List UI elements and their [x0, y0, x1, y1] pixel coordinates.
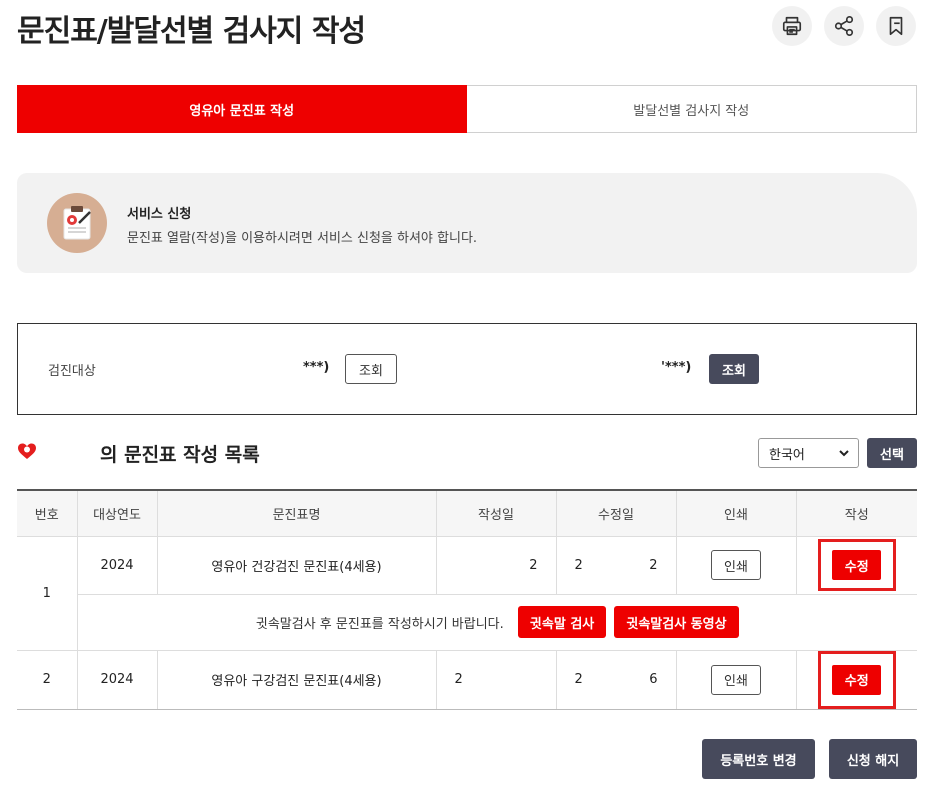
edit-button[interactable]: 수정	[832, 664, 882, 695]
col-header-print: 인쇄	[676, 490, 797, 537]
col-header-year: 대상연도	[77, 490, 158, 537]
tab-bar: 영유아 문진표 작성 발달선별 검사지 작성	[17, 85, 917, 133]
tab-developmental-screening[interactable]: 발달선별 검사지 작성	[466, 85, 917, 133]
col-header-no: 번호	[17, 490, 78, 537]
print-page-button[interactable]	[772, 6, 812, 46]
whisper-test-notice: 귓속말검사 후 문진표를 작성하시기 바랍니다.	[255, 616, 504, 632]
col-header-written: 작성일	[436, 490, 557, 537]
lookup-button-1[interactable]: 조회	[345, 354, 397, 384]
service-description: 문진표 열람(작성)을 이용하시려면 서비스 신청을 하셔야 합니다.	[127, 231, 478, 246]
language-selected: 한국어	[769, 447, 805, 463]
print-button[interactable]: 인쇄	[711, 664, 761, 695]
row-name: 영유아 건강검진 문진표(4세용)	[157, 536, 437, 595]
row-print-cell: 인쇄	[676, 536, 797, 595]
tab-infant-questionnaire[interactable]: 영유아 문진표 작성	[17, 85, 467, 133]
bookmark-icon	[889, 16, 903, 36]
whisper-test-cell: 귓속말검사 후 문진표를 작성하시기 바랍니다. 귓속말 검사 귓속말검사 동영…	[77, 594, 917, 651]
service-notice: 서비스 신청 문진표 열람(작성)을 이용하시려면 서비스 신청을 하셔야 합니…	[17, 173, 917, 273]
row-modified-part-b: 2	[649, 557, 658, 573]
col-header-edit: 작성	[796, 490, 917, 537]
share-icon	[834, 16, 854, 36]
row-name: 영유아 구강검진 문진표(4세용)	[157, 650, 437, 710]
row-modified-date: 2 6	[556, 650, 677, 710]
change-registration-button[interactable]: 등록번호 변경	[702, 739, 815, 779]
edit-highlight-box: 수정	[817, 650, 896, 709]
row-no: 2	[17, 650, 78, 710]
row-edit-cell: 수정	[796, 536, 917, 595]
row-modified-date: 2 2	[556, 536, 677, 595]
row-year: 2024	[77, 650, 158, 710]
list-title: 의 문진표 작성 목록	[100, 444, 260, 466]
row-year: 2024	[77, 536, 158, 595]
row-written-date: 2	[436, 650, 557, 710]
cancel-application-button[interactable]: 신청 해지	[829, 739, 917, 779]
questionnaire-table: 번호 대상연도 문진표명 작성일 수정일 인쇄 작성 1 2024 영유아 건강…	[17, 489, 917, 710]
edit-button[interactable]: 수정	[832, 550, 882, 580]
table-row: 1 2024 영유아 건강검진 문진표(4세용) 2 2 2 인쇄 수정	[17, 536, 917, 651]
language-select-button[interactable]: 선택	[867, 438, 917, 468]
top-actions	[772, 6, 916, 46]
printer-icon	[782, 16, 802, 36]
row-modified-part-a: 2	[574, 557, 583, 573]
row-written-date: 2	[436, 536, 557, 595]
masked-id-2: '***)	[661, 360, 692, 375]
whisper-test-video-button[interactable]: 귓속말검사 동영상	[614, 606, 739, 638]
list-header: 의 문진표 작성 목록 한국어 선택	[17, 438, 917, 468]
row-print-cell: 인쇄	[676, 650, 797, 710]
bookmark-button[interactable]	[876, 6, 916, 46]
language-select[interactable]: 한국어	[758, 438, 859, 468]
chevron-down-icon	[839, 450, 849, 457]
checkup-target-label: 검진대상	[48, 364, 96, 379]
row-edit-cell: 수정	[796, 650, 917, 710]
row-no: 1	[17, 536, 78, 651]
row-modified-part-b: 6	[649, 672, 658, 687]
table-row: 2 2024 영유아 구강검진 문진표(4세용) 2 2 6 인쇄 수정	[17, 650, 917, 710]
service-title: 서비스 신청	[127, 207, 192, 222]
table-header-row: 번호 대상연도 문진표명 작성일 수정일 인쇄 작성	[17, 490, 917, 537]
row-modified-part-a: 2	[574, 672, 583, 687]
page-title: 문진표/발달선별 검사지 작성	[17, 14, 366, 49]
checkup-target-box: 검진대상 ***) 조회 '***) 조회	[17, 323, 917, 415]
col-header-name: 문진표명	[157, 490, 437, 537]
whisper-test-button[interactable]: 귓속말 검사	[517, 606, 607, 638]
col-header-modified: 수정일	[556, 490, 677, 537]
share-button[interactable]	[824, 6, 864, 46]
clipboard-icon	[47, 193, 107, 253]
heart-icon	[18, 443, 36, 459]
whisper-test-row: 귓속말검사 후 문진표를 작성하시기 바랍니다. 귓속말 검사 귓속말검사 동영…	[17, 594, 917, 651]
masked-id-1: ***)	[303, 360, 330, 375]
lookup-button-2[interactable]: 조회	[709, 354, 759, 384]
edit-highlight-box: 수정	[817, 539, 896, 591]
print-button[interactable]: 인쇄	[711, 550, 761, 580]
